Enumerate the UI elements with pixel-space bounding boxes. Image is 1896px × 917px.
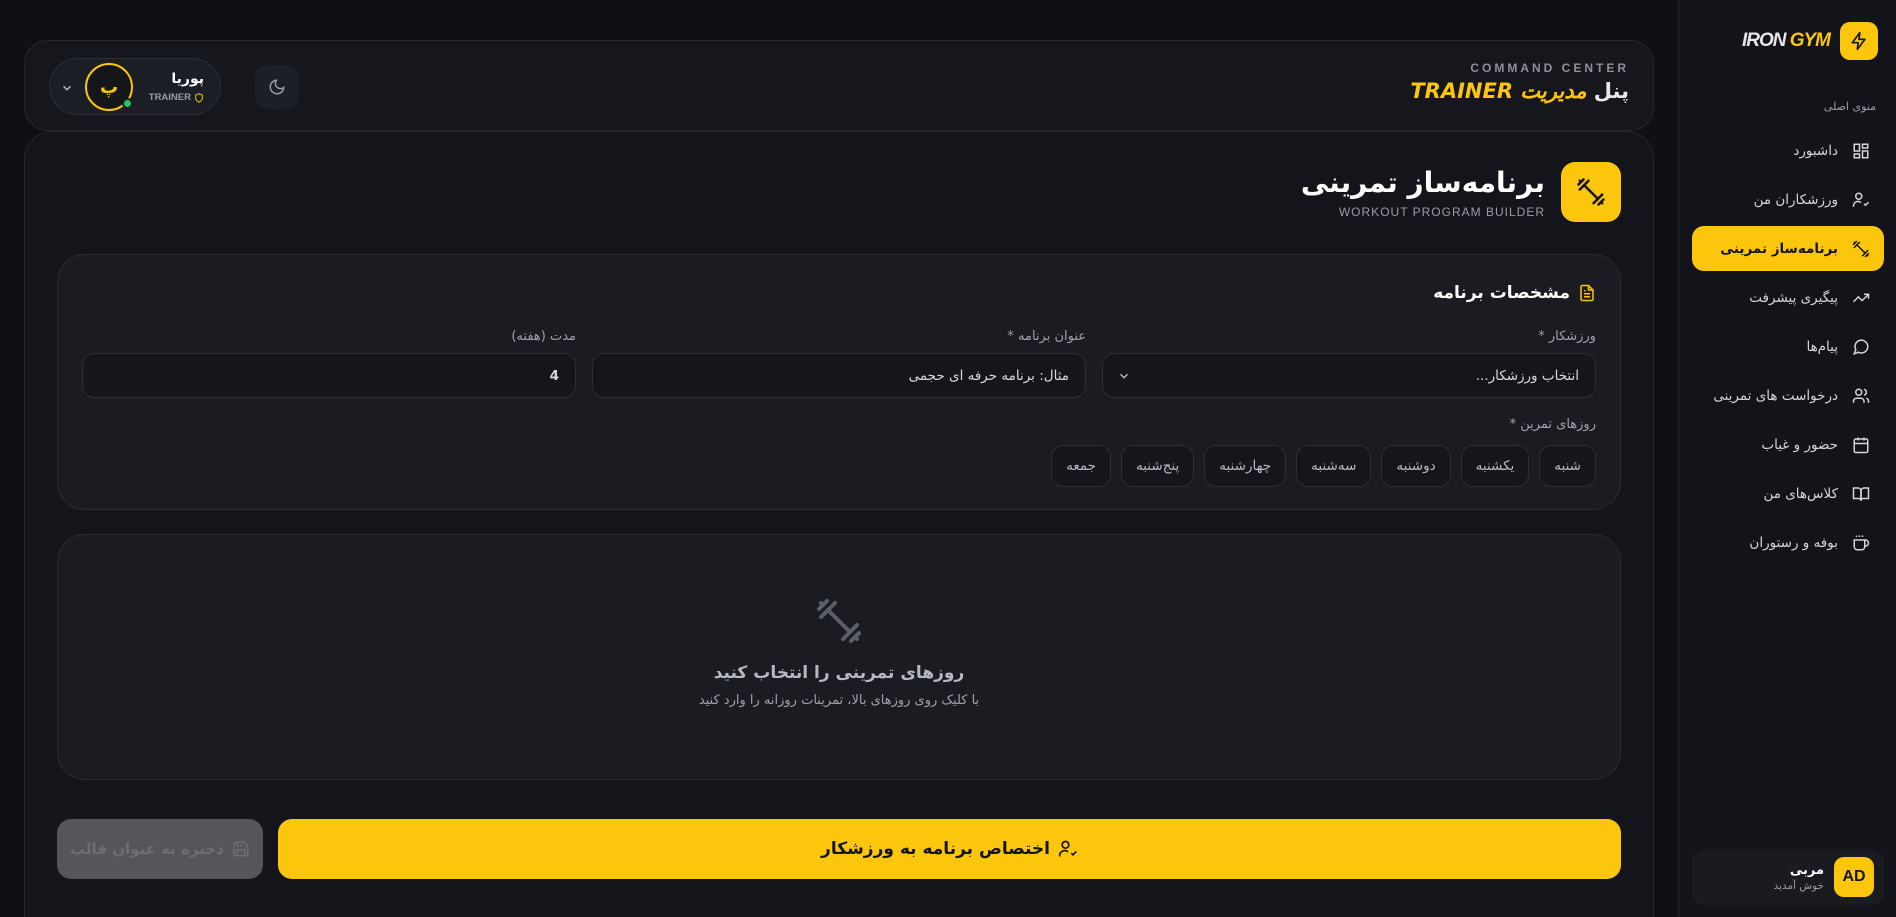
program-specs-card: مشخصات برنامه ورزشکار * انتخاب ورزشکار..… [57,254,1621,510]
empty-state-subtitle: با کلیک روی روزهای بالا، تمرینات روزانه … [698,693,980,708]
empty-state: روزهای تمرینی را انتخاب کنید با کلیک روی… [58,597,1620,708]
empty-state-title: روزهای تمرینی را انتخاب کنید [713,663,965,683]
program-title-label: عنوان برنامه * [1007,329,1086,344]
duration-label: مدت (هفته) [511,329,576,344]
main-content: برنامه‌ساز تمرینی WORKOUT PROGRAM BUILDE… [24,131,1654,917]
shield-icon [195,92,203,103]
program-title-input[interactable]: مثال: برنامه حرفه ای حجمی [592,353,1086,398]
sidebar-item-label: ورزشکاران من [1753,191,1838,208]
save-template-button[interactable]: ذخیره به عنوان قالب [57,819,263,879]
save-icon [233,841,249,857]
file-text-icon [1580,284,1594,302]
user-welcome: خوش آمدید [1773,879,1824,892]
sidebar-nav: داشبورد ورزشکاران من برنامه‌ساز تمرینی پ… [1692,128,1884,569]
user-check-icon [1058,840,1077,857]
card-title: مشخصات برنامه [1433,283,1596,303]
sidebar-item-label: حضور و غیاب [1761,436,1838,453]
sidebar-item-label: درخواست های تمرینی [1713,387,1838,404]
moon-icon [269,79,285,95]
sidebar-user-card[interactable]: AD مربی خوش آمدید [1692,849,1884,905]
header-eyebrow: COMMAND CENTER [1470,61,1629,75]
sidebar-item-label: بوفه و رستوران [1749,534,1838,551]
top-header: COMMAND CENTER پنل مدیریت TRAINER پ پوری… [24,40,1654,131]
sidebar-item-progress[interactable]: پیگیری پیشرفت [1692,275,1884,320]
sidebar-item-attendance[interactable]: حضور و غیاب [1692,422,1884,467]
day-tuesday-button[interactable]: سه‌شنبه [1296,445,1372,487]
trending-up-icon [1852,293,1870,302]
dumbbell-icon [1852,240,1870,257]
athlete-label: ورزشکار * [1538,329,1596,344]
profile-name: پوریا [171,71,204,87]
training-days-label: روزهای تمرین * [1509,417,1596,432]
save-template-label: ذخیره به عنوان قالب [70,840,224,858]
brand-logo[interactable]: IRON GYM [1742,22,1878,60]
menu-title: منوی اصلی [1823,100,1876,113]
day-friday-button[interactable]: جمعه [1051,445,1111,487]
day-monday-button[interactable]: دوشنبه [1381,445,1451,487]
dumbbell-icon [817,599,861,643]
user-check-icon [1852,192,1870,207]
sidebar: IRON GYM منوی اصلی داشبورد ورزشکاران من … [1678,0,1896,917]
profile-menu-button[interactable]: پ پوریا TRAINER [49,58,221,115]
avatar: AD [1834,857,1874,897]
day-saturday-button[interactable]: شنبه [1539,445,1596,487]
sidebar-item-messages[interactable]: پیام‌ها [1692,324,1884,369]
profile-role: TRAINER [149,92,204,103]
assign-program-label: اختصاص برنامه به ورزشکار [821,839,1050,859]
athlete-select-value: انتخاب ورزشکار... [1475,367,1579,384]
app-root: IRON GYM منوی اصلی داشبورد ورزشکاران من … [0,0,1896,917]
page-title: برنامه‌ساز تمرینی [1300,165,1545,199]
sidebar-item-label: برنامه‌ساز تمرینی [1720,240,1838,257]
assign-program-button[interactable]: اختصاص برنامه به ورزشکار [278,819,1621,879]
page-header: برنامه‌ساز تمرینی WORKOUT PROGRAM BUILDE… [1301,162,1621,222]
grid-icon [1853,143,1869,158]
message-circle-icon [1852,338,1869,355]
day-wednesday-button[interactable]: چهارشنبه [1204,445,1287,487]
sidebar-item-dashboard[interactable]: داشبورد [1692,128,1884,173]
duration-value: 4 [549,367,559,384]
chevron-down-icon [63,85,71,91]
day-thursday-button[interactable]: پنج‌شنبه [1121,445,1195,487]
calendar-icon [1853,437,1869,453]
sidebar-item-buffet[interactable]: بوفه و رستوران [1692,520,1884,565]
bolt-icon [1840,22,1878,60]
sidebar-item-label: پیام‌ها [1806,338,1838,355]
page-subtitle: WORKOUT PROGRAM BUILDER [1338,204,1545,219]
sidebar-item-label: پیگیری پیشرفت [1749,289,1838,306]
header-titles: COMMAND CENTER پنل مدیریت TRAINER [1410,61,1629,103]
brand-name: IRON GYM [1741,30,1831,51]
sidebar-item-requests[interactable]: درخواست های تمرینی [1692,373,1884,418]
header-title: پنل مدیریت TRAINER [1410,79,1629,103]
sidebar-item-athletes[interactable]: ورزشکاران من [1692,177,1884,222]
theme-toggle-button[interactable] [255,65,299,109]
online-status-dot [122,98,133,109]
athlete-select[interactable]: انتخاب ورزشکار... [1102,353,1596,398]
chevron-down-icon [1120,373,1128,379]
empty-state-card: روزهای تمرینی را انتخاب کنید با کلیک روی… [57,534,1621,780]
sidebar-item-program-builder[interactable]: برنامه‌ساز تمرینی [1692,226,1884,271]
training-days-group: شنبه یکشنبه دوشنبه سه‌شنبه چهارشنبه پنج‌… [1051,445,1596,487]
day-sunday-button[interactable]: یکشنبه [1460,445,1530,487]
dumbbell-icon [1561,162,1621,222]
users-icon [1852,388,1870,403]
coffee-icon [1853,535,1870,550]
book-open-icon [1852,486,1870,501]
user-name: مربی [1789,862,1824,878]
sidebar-item-classes[interactable]: کلاس‌های من [1692,471,1884,516]
program-title-placeholder: مثال: برنامه حرفه ای حجمی [908,367,1069,384]
duration-input[interactable]: 4 [82,353,576,398]
sidebar-item-label: کلاس‌های من [1763,485,1838,502]
sidebar-item-label: داشبورد [1793,142,1838,159]
